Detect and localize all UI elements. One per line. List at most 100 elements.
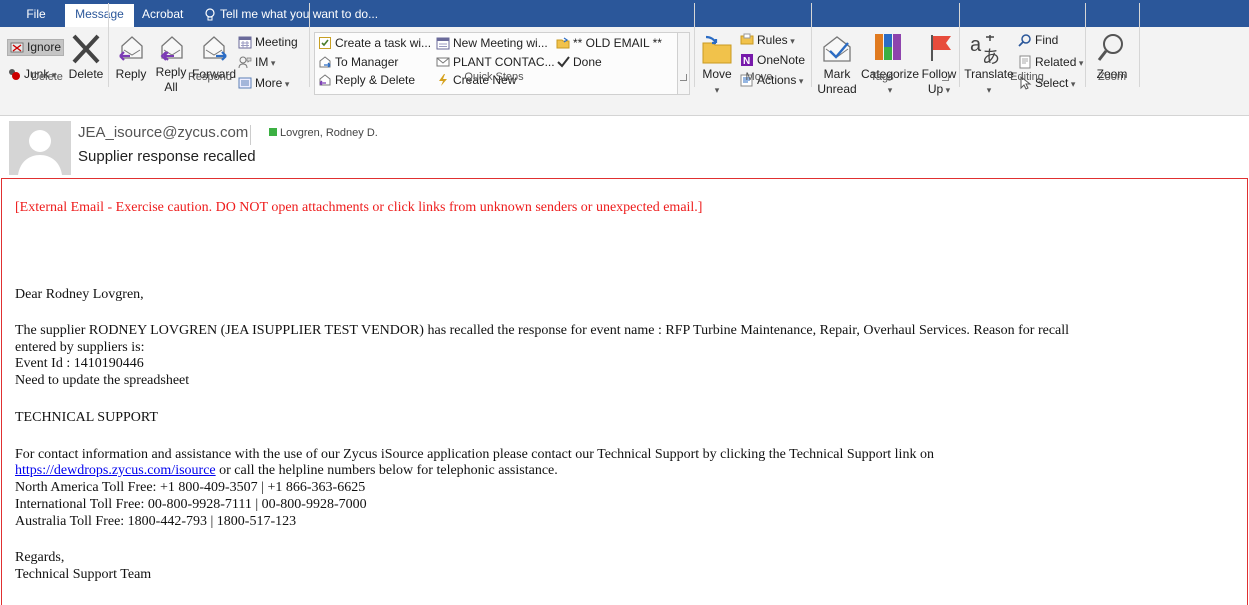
onenote-icon: N: [741, 54, 753, 67]
quick-step-label: ** OLD EMAIL **: [573, 36, 662, 50]
header-divider: [250, 125, 251, 145]
mail-send-icon: [436, 57, 450, 67]
quick-step-label: New Meeting wi...: [453, 36, 548, 50]
folder-move-icon: [556, 37, 570, 49]
recall-notice-line2: entered by suppliers is:: [15, 340, 145, 355]
onenote-button[interactable]: N OneNote: [740, 53, 805, 68]
recall-notice-line1: The supplier RODNEY LOVGREN (JEA ISUPPLI…: [15, 323, 1070, 338]
related-button[interactable]: Related ▾: [1018, 55, 1083, 71]
tab-file[interactable]: File: [14, 4, 58, 27]
calendar-icon: [436, 37, 450, 50]
quick-steps-launcher[interactable]: [680, 74, 687, 81]
more-label: More: [255, 76, 283, 90]
tech-support-line1: For contact information and assistance w…: [15, 447, 934, 462]
mark-label-2: Unread: [817, 82, 857, 96]
rules-icon: [740, 33, 754, 45]
respond-group-label: Respond: [187, 71, 233, 83]
follow-label-1: Follow: [921, 67, 957, 81]
quick-steps-group-label: Quick Steps: [464, 71, 524, 83]
forward-mail-icon: [319, 56, 331, 68]
tech-support-line2: https://dewdrops.zycus.com/isource or ca…: [15, 463, 558, 479]
quick-step-label: To Manager: [335, 55, 399, 69]
find-button[interactable]: Find: [1018, 33, 1058, 48]
reply-button[interactable]: Reply: [114, 67, 148, 82]
move-folder-icon[interactable]: [700, 33, 734, 67]
checkmark-icon: [557, 56, 570, 68]
more-respond-button[interactable]: More ▾: [238, 76, 289, 92]
meeting-label: Meeting: [255, 35, 298, 49]
tech-support-line2-text: or call the helpline numbers below for t…: [215, 463, 558, 478]
find-label: Find: [1035, 33, 1059, 47]
meeting-button[interactable]: Meeting: [238, 35, 298, 50]
forward-icon[interactable]: [198, 32, 230, 64]
reply-all-icon[interactable]: [156, 32, 188, 64]
group-divider: [1139, 3, 1140, 87]
lightbulb-icon: [205, 8, 215, 21]
signature-team: Technical Support Team: [15, 567, 152, 582]
onenote-label: OneNote: [757, 53, 806, 67]
recipient[interactable]: Lovgren, Rodney D.: [269, 127, 378, 139]
recall-reason: Need to update the spreadsheet: [15, 373, 190, 388]
person-icon: [18, 130, 62, 175]
event-id: Event Id : 1410190446: [15, 356, 144, 371]
delete-icon[interactable]: [70, 34, 102, 64]
rules-button[interactable]: Rules ▾: [740, 33, 795, 49]
greeting: Dear Rodney Lovgren,: [15, 287, 144, 302]
tab-message[interactable]: Message: [65, 4, 134, 27]
tech-support-heading: TECHNICAL SUPPORT: [15, 410, 158, 425]
quick-step-to-manager[interactable]: To Manager: [318, 55, 398, 70]
ignore-icon: [10, 42, 24, 53]
quick-step-plant-contact[interactable]: PLANT CONTAC...: [436, 55, 555, 70]
tell-me-text: Tell me what you want to do...: [220, 7, 379, 21]
follow-up-flag-icon[interactable]: [928, 33, 954, 63]
im-label: IM: [255, 55, 269, 69]
zoom-icon[interactable]: [1096, 32, 1126, 64]
im-button[interactable]: IM ▾: [238, 55, 275, 71]
mark-unread-icon[interactable]: [820, 33, 854, 65]
quick-step-new-meeting[interactable]: New Meeting wi...: [436, 36, 548, 51]
rules-label: Rules: [757, 33, 788, 47]
ignore-button[interactable]: Ignore: [7, 39, 65, 56]
quick-step-done[interactable]: Done: [556, 55, 602, 70]
quick-step-create-task[interactable]: Create a task wi...: [318, 36, 431, 51]
translate-icon[interactable]: aあ: [968, 31, 1004, 67]
quick-step-reply-delete[interactable]: Reply & Delete: [318, 73, 415, 88]
external-email-warning: [External Email - Exercise caution. DO N…: [15, 200, 703, 215]
reply-delete-icon: [319, 74, 331, 86]
north-america-phone: North America Toll Free: +1 800-409-3507…: [15, 480, 366, 495]
quick-steps-scrollbar[interactable]: [677, 33, 689, 94]
group-divider: [108, 3, 109, 87]
australia-phone: Australia Toll Free: 1800-442-793 | 1800…: [15, 514, 297, 529]
follow-up-button[interactable]: Follow Up ▾: [918, 67, 960, 98]
group-divider: [309, 3, 310, 87]
tags-launcher[interactable]: [942, 74, 949, 81]
tell-me-box[interactable]: Tell me what you want to do...: [205, 4, 378, 24]
international-phone: International Toll Free: 00-800-9928-711…: [15, 497, 367, 512]
move-button[interactable]: Move ▾: [700, 67, 734, 98]
im-icon: [238, 56, 252, 69]
sender-address[interactable]: JEA_isource@zycus.com: [78, 124, 248, 141]
svg-text:N: N: [743, 56, 750, 67]
move-group-label: Move: [745, 71, 773, 83]
group-divider: [1085, 3, 1086, 87]
junk-icon: [9, 69, 20, 80]
group-divider: [694, 3, 695, 87]
lightning-icon: [439, 74, 447, 86]
mark-label-1: Mark: [823, 67, 851, 81]
group-divider: [959, 3, 960, 87]
ignore-label: Ignore: [27, 40, 62, 54]
quick-step-old-email[interactable]: ** OLD EMAIL **: [556, 36, 662, 51]
zoom-group-label: Zoom: [1097, 71, 1127, 83]
quick-step-label: Done: [573, 55, 602, 69]
move-label: Move: [702, 67, 732, 81]
mark-unread-button[interactable]: Mark Unread: [814, 67, 860, 97]
isource-link[interactable]: https://dewdrops.zycus.com/isource: [15, 463, 216, 478]
message-body: [1, 178, 1248, 605]
svg-text:あ: あ: [982, 47, 1000, 67]
reply-icon[interactable]: [116, 32, 148, 64]
categorize-icon[interactable]: [874, 33, 902, 61]
tags-group-label: Tags: [870, 71, 894, 83]
tab-acrobat[interactable]: Acrobat: [142, 4, 198, 27]
reply-all-label-2: All: [164, 80, 178, 94]
delete-group-label: Delete: [31, 71, 63, 83]
